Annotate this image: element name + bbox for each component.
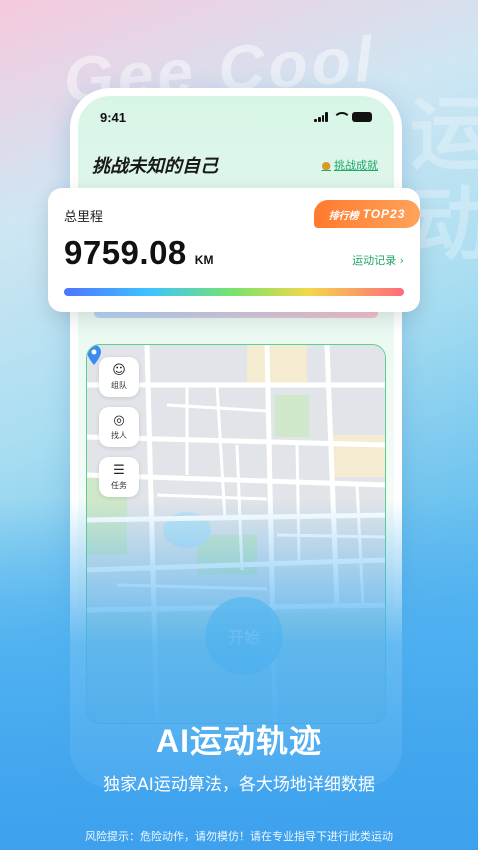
team-button-label: 组队 <box>111 380 127 390</box>
background-side-glyphs: 运动 <box>410 90 478 269</box>
sport-record-link[interactable]: 运动记录 › <box>352 252 404 268</box>
medal-icon: ● <box>321 158 331 172</box>
total-distance-label: 总里程 <box>64 210 104 225</box>
task-icon: ☰ <box>113 462 125 478</box>
find-person-icon: ◎ <box>113 412 125 428</box>
leaderboard-badge[interactable]: 排行榜 TOP23 <box>314 200 420 228</box>
signal-icon <box>314 112 328 122</box>
feature-subtitle: 独家AI运动算法，各大场地详细数据 <box>103 775 375 795</box>
bottom-fade-overlay <box>0 500 478 850</box>
achievement-link-label: 挑战成就 <box>334 159 378 172</box>
wifi-icon <box>333 112 351 122</box>
total-distance-value: 9759.08 <box>64 234 187 271</box>
risk-disclaimer: 风险提示：危险动作，请勿模仿！请在专业指导下进行此类运动 <box>85 830 393 843</box>
find-person-button-label: 找人 <box>111 430 127 440</box>
total-distance-value-row: 9759.08 KM <box>64 234 213 272</box>
location-pin-icon <box>87 345 101 365</box>
total-distance-card: 总里程 排行榜 TOP23 9759.08 KM 运动记录 › <box>48 188 420 312</box>
leaderboard-rank: TOP23 <box>362 207 406 221</box>
battery-icon <box>352 112 372 122</box>
total-distance-unit: KM <box>194 253 214 267</box>
page-headline: 挑战未知的自己 <box>92 156 218 176</box>
feature-title: AI运动轨迹 <box>155 723 322 759</box>
achievement-link[interactable]: ● 挑战成就 <box>321 157 378 173</box>
leaderboard-label: 排行榜 <box>328 210 359 222</box>
map-side-buttons: ☺ 组队 ◎ 找人 ☰ 任务 <box>99 357 139 497</box>
headline-row: 挑战未知的自己 ● 挑战成就 <box>92 152 378 178</box>
team-button[interactable]: ☺ 组队 <box>99 357 139 397</box>
find-person-button[interactable]: ◎ 找人 <box>99 407 139 447</box>
rainbow-progress-bar <box>64 288 404 296</box>
status-icons <box>314 112 372 122</box>
team-icon: ☺ <box>112 362 126 378</box>
task-button-label: 任务 <box>111 480 127 490</box>
status-bar: 9:41 <box>100 106 372 128</box>
task-button[interactable]: ☰ 任务 <box>99 457 139 497</box>
status-time: 9:41 <box>100 109 127 125</box>
